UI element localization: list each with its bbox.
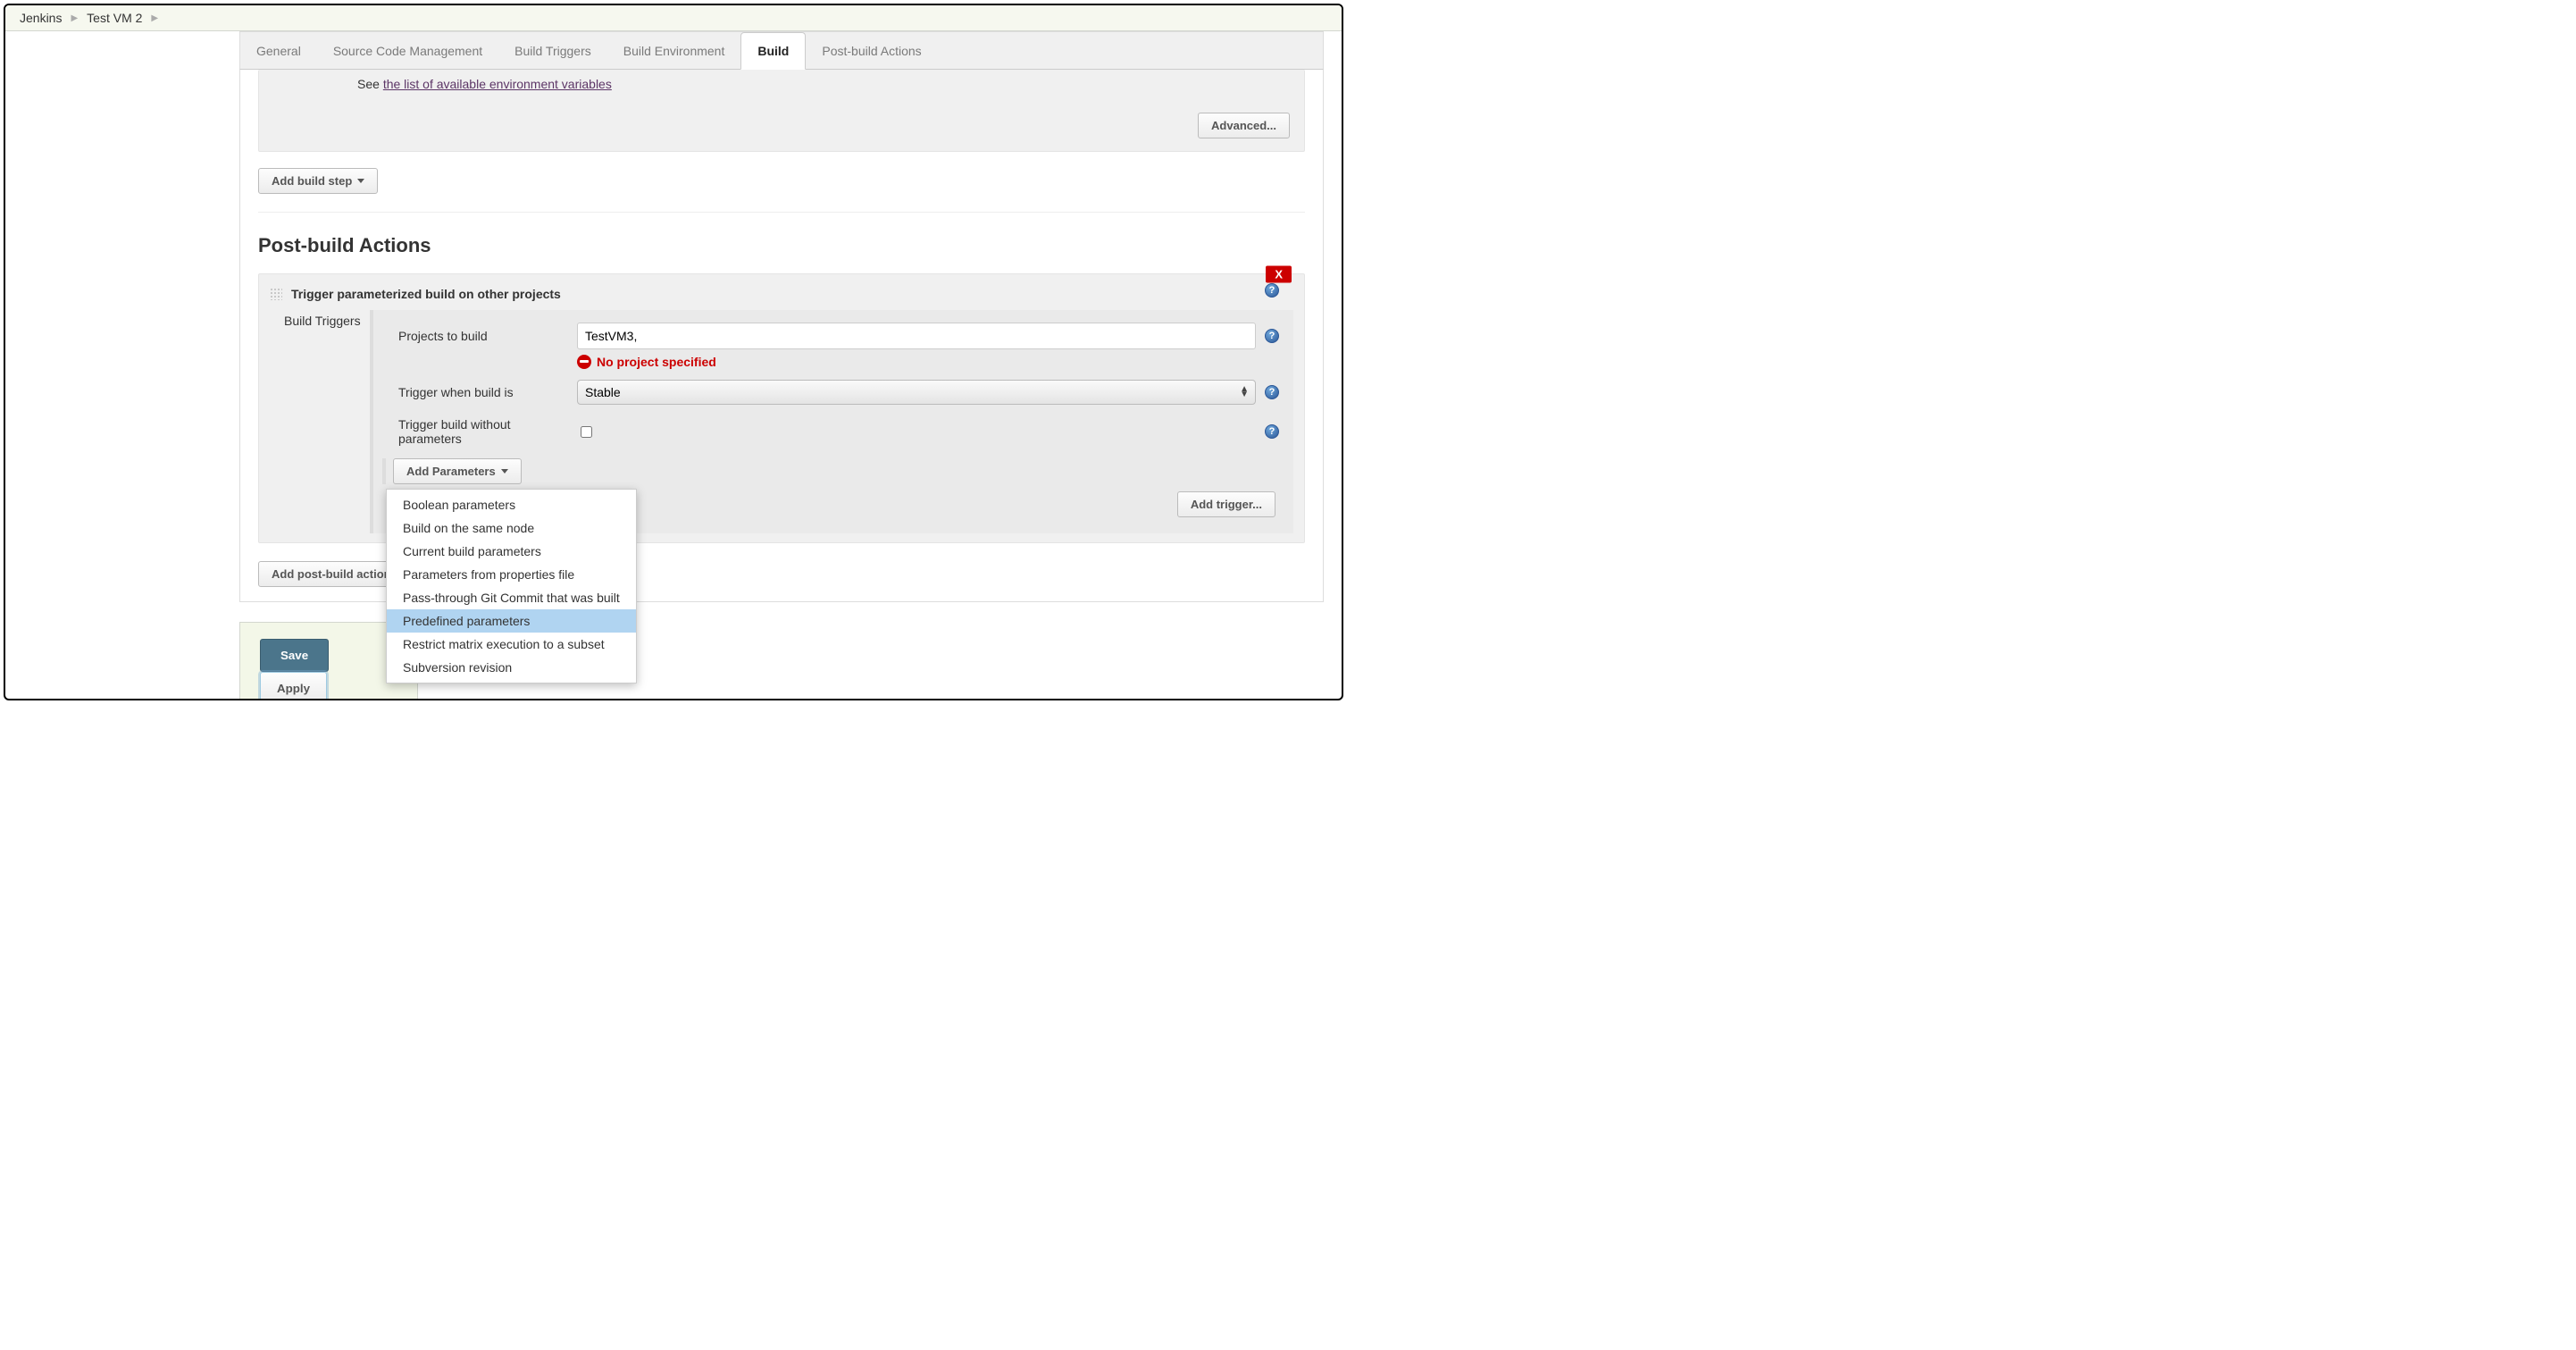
param-menu-item[interactable]: Subversion revision: [387, 656, 636, 679]
delete-panel-button[interactable]: X: [1266, 266, 1292, 283]
add-post-build-action-label: Add post-build action: [272, 567, 391, 581]
apply-button[interactable]: Apply: [260, 672, 327, 700]
save-button[interactable]: Save: [260, 639, 329, 672]
param-menu-item[interactable]: Boolean parameters: [387, 493, 636, 516]
param-menu-item[interactable]: Restrict matrix execution to a subset: [387, 633, 636, 656]
trigger-when-select[interactable]: Stable: [577, 380, 1256, 405]
help-icon[interactable]: ?: [1265, 329, 1279, 343]
projects-error: No project specified: [577, 355, 1279, 369]
help-icon[interactable]: ?: [1265, 385, 1279, 399]
drag-handle-icon[interactable]: [270, 288, 282, 300]
app-window: Jenkins ▶ Test VM 2 ▶ General Source Cod…: [4, 4, 1343, 700]
trigger-parameterized-panel: X ? Trigger parameterized build on other…: [258, 273, 1305, 543]
post-build-heading: Post-build Actions: [258, 234, 1323, 257]
config-content: See the list of available environment va…: [239, 70, 1324, 602]
param-menu-item[interactable]: Parameters from properties file: [387, 563, 636, 586]
trigger-when-label: Trigger when build is: [398, 385, 577, 399]
param-menu-item[interactable]: Predefined parameters: [387, 609, 636, 633]
caret-down-icon: [501, 469, 508, 474]
config-tabs: General Source Code Management Build Tri…: [239, 31, 1324, 70]
error-icon: [577, 355, 591, 369]
build-step-panel: See the list of available environment va…: [258, 70, 1305, 152]
add-trigger-button[interactable]: Add trigger...: [1177, 491, 1275, 517]
add-parameters-label: Add Parameters: [406, 465, 496, 478]
error-text: No project specified: [597, 355, 716, 369]
tab-general[interactable]: General: [240, 33, 317, 69]
breadcrumb-root[interactable]: Jenkins: [20, 11, 62, 25]
breadcrumb: Jenkins ▶ Test VM 2 ▶: [5, 5, 1342, 31]
advanced-button[interactable]: Advanced...: [1198, 113, 1290, 138]
tab-build-environment[interactable]: Build Environment: [607, 33, 741, 69]
add-parameters-button[interactable]: Add Parameters: [393, 458, 522, 484]
caret-down-icon: [357, 179, 364, 183]
add-parameters-menu: Boolean parametersBuild on the same node…: [386, 489, 637, 683]
panel-side-label: Build Triggers: [284, 310, 370, 533]
projects-to-build-input[interactable]: [577, 323, 1256, 349]
trigger-without-params-label: Trigger build without parameters: [398, 417, 577, 446]
tab-post-build-actions[interactable]: Post-build Actions: [806, 33, 937, 69]
chevron-right-icon: ▶: [71, 13, 78, 23]
add-build-step-label: Add build step: [272, 174, 352, 188]
env-variables-hint: See the list of available environment va…: [259, 70, 1304, 107]
breadcrumb-item[interactable]: Test VM 2: [87, 11, 142, 25]
tab-scm[interactable]: Source Code Management: [317, 33, 498, 69]
panel-title: Trigger parameterized build on other pro…: [291, 287, 561, 301]
param-menu-item[interactable]: Build on the same node: [387, 516, 636, 540]
help-icon[interactable]: ?: [1265, 283, 1279, 298]
build-trigger-form: Projects to build ? No project specified: [370, 310, 1293, 533]
param-menu-item[interactable]: Pass-through Git Commit that was built: [387, 586, 636, 609]
tab-build[interactable]: Build: [740, 32, 806, 70]
projects-to-build-label: Projects to build: [398, 329, 577, 343]
env-hint-prefix: See: [357, 77, 383, 91]
trigger-without-params-checkbox[interactable]: [581, 426, 592, 438]
sidebar-placeholder: [5, 31, 239, 696]
help-icon[interactable]: ?: [1265, 424, 1279, 439]
chevron-right-icon: ▶: [151, 13, 158, 23]
env-variables-link[interactable]: the list of available environment variab…: [383, 77, 612, 91]
tab-build-triggers[interactable]: Build Triggers: [498, 33, 607, 69]
param-menu-item[interactable]: Current build parameters: [387, 540, 636, 563]
add-build-step-button[interactable]: Add build step: [258, 168, 378, 194]
section-divider: [258, 212, 1305, 213]
